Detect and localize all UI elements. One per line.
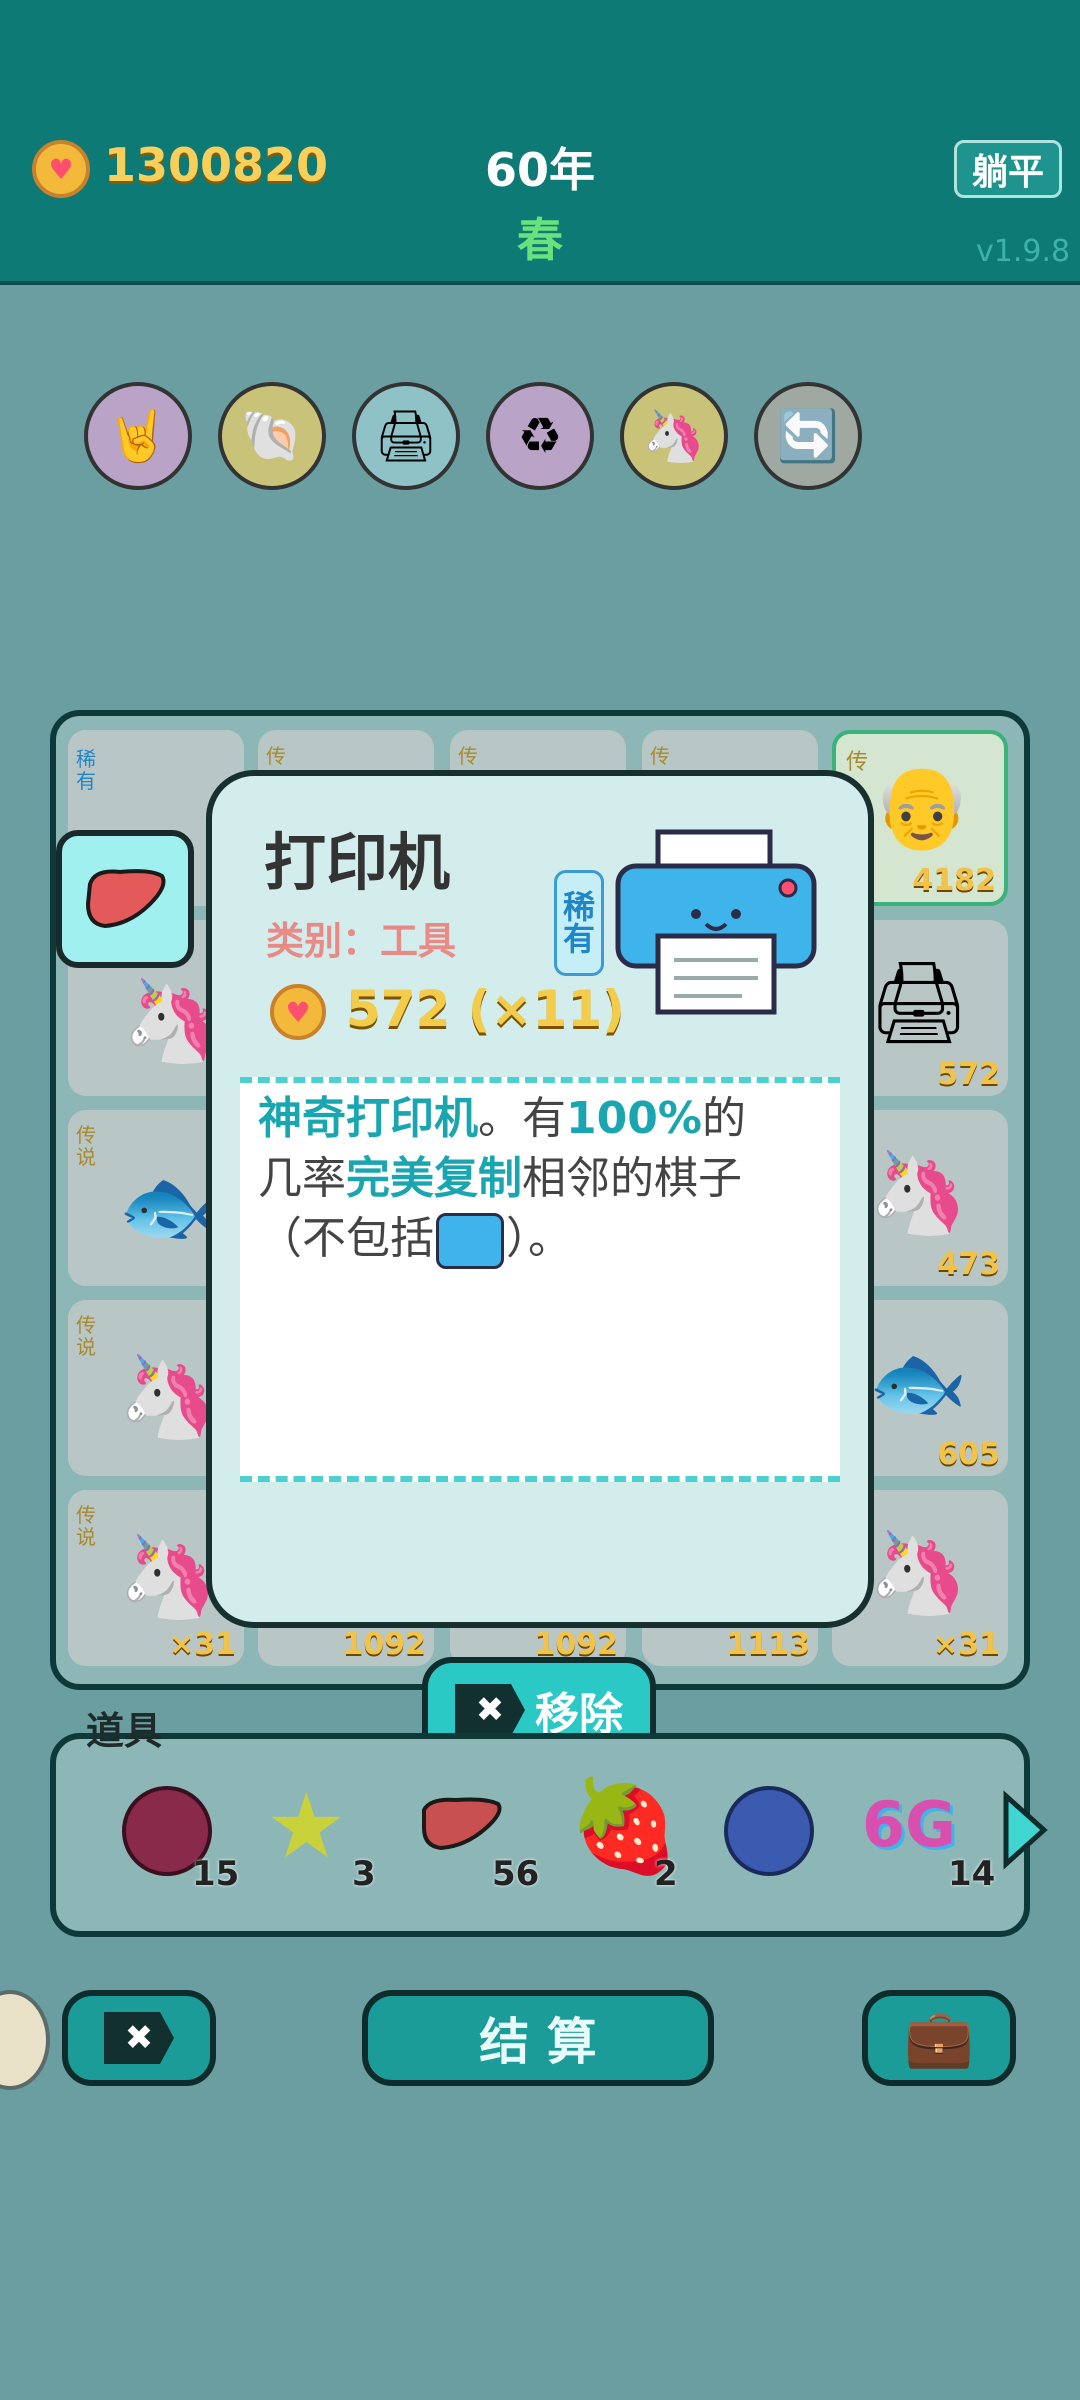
lie-flat-button[interactable]: 躺平	[954, 140, 1062, 198]
description-text: 神奇打印机。有100%的 几率完美复制相邻的棋子 （不包括 ）。	[240, 1083, 840, 1269]
unicorn-heart-icon[interactable]: 🦄	[620, 382, 728, 490]
mini-printer-icon	[436, 1213, 504, 1269]
rarity-tag: 传	[458, 744, 478, 768]
printer-icon: 🖨	[868, 956, 970, 1049]
briefcase-button[interactable]: 💼	[862, 1990, 1016, 2086]
version-label: v1.9.8	[976, 234, 1071, 269]
items-label: 道具	[86, 1709, 163, 1753]
unicorn-icon: 🦄	[118, 1530, 218, 1623]
cell-value: 572	[937, 1057, 1000, 1092]
star-item[interactable]: ★ 3	[266, 1774, 396, 1894]
desc-text: 几率	[258, 1153, 346, 1204]
blueberry-icon	[724, 1786, 814, 1876]
discard-button[interactable]: ✖	[62, 1990, 216, 2086]
rarity-badge: 稀 有	[554, 870, 604, 976]
refresh-heart-icon[interactable]: 🔄	[754, 382, 862, 490]
6g-icon: 6G	[862, 1788, 957, 1861]
desc-text: ）。	[506, 1213, 572, 1264]
blueberry-item[interactable]	[720, 1780, 850, 1890]
coin-icon: ♥	[32, 140, 90, 198]
coin-icon: ♥	[270, 984, 326, 1040]
liver-icon	[85, 869, 166, 929]
unicorn-icon: 🦄	[118, 1350, 218, 1443]
desc-text: （不包括	[258, 1213, 434, 1264]
desc-highlight: 100%	[566, 1093, 702, 1144]
rock-hand-icon[interactable]: 🤘	[84, 382, 192, 490]
unicorn-icon: 🦄	[868, 1146, 968, 1239]
rarity-char: 有	[562, 920, 595, 958]
liver-tab[interactable]	[56, 830, 194, 968]
chevron-right-icon	[1003, 1790, 1048, 1870]
liver-icon	[422, 1797, 502, 1851]
year-label: 60年	[484, 143, 595, 197]
desc-text: 相邻的棋子	[522, 1153, 742, 1204]
coin-count: 1300820	[104, 138, 329, 192]
rarity-tag: 传说	[76, 1503, 96, 1549]
rarity-tag: 传	[650, 744, 670, 768]
desc-text: 的	[701, 1093, 746, 1144]
recycle-icon[interactable]: ♻	[486, 382, 594, 490]
6g-item[interactable]: 6G 14	[862, 1780, 995, 1894]
popup-price: 572 (×11)	[346, 980, 625, 1038]
grandpa-face-icon: 👴	[872, 760, 972, 853]
cell-value: 605	[937, 1437, 1000, 1472]
koi-fish-icon: 🐟	[118, 1160, 218, 1253]
cell-value: 4182	[912, 863, 997, 898]
description-box: 神奇打印机。有100%的 几率完美复制相邻的棋子 （不包括 ）。	[240, 1077, 840, 1482]
rarity-tag: 传	[266, 744, 286, 768]
item-count: 56	[492, 1854, 540, 1894]
liver-item[interactable]: 56	[416, 1780, 546, 1894]
printer-icon	[612, 826, 822, 1016]
unicorn-icon: 🦄	[868, 1526, 968, 1619]
cell-value: ×31	[169, 1627, 236, 1662]
printer-warning-icon[interactable]: 🖨	[352, 382, 460, 490]
cell-value: 473	[937, 1247, 1000, 1282]
popup-title: 打印机	[264, 826, 451, 899]
rarity-tag: 传说	[76, 1123, 96, 1169]
strawberry-item[interactable]: 🍓 2	[568, 1774, 698, 1894]
rarity-tag: 传说	[76, 1313, 96, 1359]
item-count: 2	[654, 1854, 678, 1894]
items-next-arrow[interactable]	[1000, 1790, 1050, 1870]
close-icon: ✖	[104, 2012, 174, 2064]
popup-category: 类别：工具	[266, 919, 457, 963]
rarity-char: 稀	[562, 888, 595, 926]
desc-text: 。有	[478, 1093, 566, 1144]
item-count: 15	[192, 1854, 240, 1894]
cell-value: 1092	[342, 1627, 427, 1662]
lychee-item[interactable]: 15	[118, 1780, 248, 1894]
koi-fish-icon: 🐟	[868, 1336, 968, 1429]
close-icon: ✖	[455, 1684, 525, 1736]
rarity-tag: 稀有	[76, 747, 96, 793]
settle-button[interactable]: 结 算	[362, 1990, 714, 2086]
rarity-tag: 传	[846, 750, 869, 775]
item-count: 3	[352, 1854, 376, 1894]
side-avatar[interactable]	[0, 1990, 50, 2090]
briefcase-icon: 💼	[904, 2006, 974, 2071]
star-icon: ★	[266, 1774, 347, 1879]
season-label: 春	[517, 213, 563, 267]
item-count: 14	[948, 1854, 996, 1894]
cell-value: 1113	[726, 1627, 811, 1662]
desc-highlight: 神奇打印机	[258, 1093, 478, 1144]
shell-icon[interactable]: 🐚	[218, 382, 326, 490]
cell-value: ×31	[933, 1627, 1000, 1662]
desc-highlight: 完美复制	[346, 1153, 522, 1204]
